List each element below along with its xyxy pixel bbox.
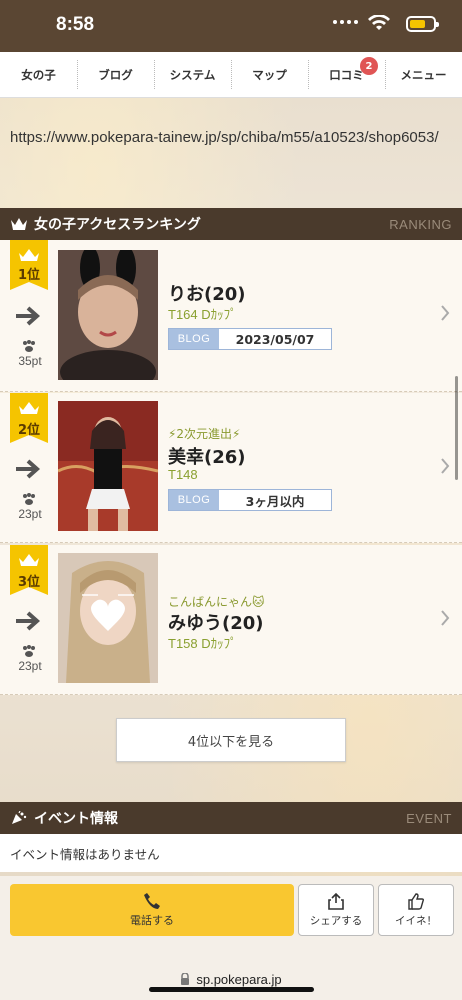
rank-label: 2位 <box>17 423 41 438</box>
wifi-icon <box>368 15 390 30</box>
review-count-badge: 2 <box>360 57 378 75</box>
girl-name[interactable]: 美幸(26) <box>168 443 246 469</box>
blog-date: 3ヶ月以内 <box>245 493 305 509</box>
ranking-entry-1[interactable]: 1位 35pt りお(20) T164 Dｶｯﾌﾟ BLOG 2023/05/0… <box>0 240 462 392</box>
call-button[interactable]: 電話する <box>10 884 294 936</box>
chevron-right-icon <box>441 305 450 321</box>
url-text: https://www.pokepara-tainew.jp/sp/chiba/… <box>10 129 439 146</box>
ranking-entry-3[interactable]: 3位 23pt こんばんにゃん🐱 みゆう(20) T158 Dｶｯﾌﾟ <box>0 545 462 695</box>
chevron-right-icon <box>441 610 450 626</box>
points-label: 35pt <box>18 354 42 368</box>
nav-item-reviews[interactable]: 口コミ 2 <box>308 52 385 97</box>
scrollbar[interactable] <box>455 376 458 480</box>
nav-item-label: ブログ <box>98 67 133 82</box>
share-label: シェアする <box>309 915 363 927</box>
status-time: 8:58 <box>56 14 95 35</box>
see-more-ranking-button[interactable]: 4位以下を見る <box>116 718 346 762</box>
girl-name[interactable]: りお(20) <box>168 280 246 306</box>
like-label: イイネ！ <box>395 915 437 927</box>
paw-icon <box>23 340 35 352</box>
nav-item-label: 口コミ <box>329 67 364 82</box>
girl-spec: T158 Dｶｯﾌﾟ <box>168 636 237 651</box>
event-title: イベント情報 <box>34 811 118 827</box>
like-button[interactable]: イイネ！ <box>378 884 454 936</box>
browser-address-bar[interactable]: sp.pokepara.jp <box>0 946 462 1000</box>
nav-item-system[interactable]: システム <box>154 52 231 97</box>
blog-date: 2023/05/07 <box>235 331 315 347</box>
rank-label: 3位 <box>17 575 41 590</box>
blog-tag: BLOG <box>169 490 219 510</box>
bottom-action-bar: 電話する シェアする イイネ！ <box>0 876 462 946</box>
event-en-label: EVENT <box>406 810 452 826</box>
battery-icon <box>406 16 439 32</box>
arrow-right-icon <box>16 306 41 326</box>
address-url: sp.pokepara.jp <box>196 971 282 987</box>
nav-item-label: システム <box>169 67 216 82</box>
phone-icon <box>144 893 160 909</box>
arrow-right-icon <box>16 459 41 479</box>
paw-icon <box>23 645 35 657</box>
ranking-title: 女の子アクセスランキング <box>34 217 201 233</box>
girl-spec: T164 Dｶｯﾌﾟ <box>168 307 237 322</box>
girl-catchphrase: こんばんにゃん🐱 <box>168 595 265 609</box>
points-label: 23pt <box>18 659 42 673</box>
call-label: 電話する <box>130 914 174 927</box>
thumbs-up-icon <box>408 893 425 910</box>
blog-update-box[interactable]: BLOG 3ヶ月以内 <box>168 489 332 511</box>
ranking-header: 女の子アクセスランキング RANKING <box>0 208 462 240</box>
top-nav: 女の子 ブログ システム マップ 口コミ 2 メニュー <box>0 52 462 98</box>
party-popper-icon <box>12 811 27 824</box>
nav-item-label: 女の子 <box>21 67 56 82</box>
event-header: イベント情報 EVENT <box>0 802 462 834</box>
girl-photo[interactable] <box>58 250 158 380</box>
signal-icon <box>333 20 358 24</box>
nav-item-label: マップ <box>252 67 287 82</box>
crown-icon <box>11 218 27 230</box>
ranking-entry-2[interactable]: 2位 23pt ⚡2次元進出⚡ 美幸(26) T148 BLOG 3ヶ月以内 <box>0 393 462 543</box>
girl-name[interactable]: みゆう(20) <box>168 609 264 635</box>
ranking-en-label: RANKING <box>389 216 452 232</box>
chevron-right-icon <box>441 458 450 474</box>
girl-catchphrase: ⚡2次元進出⚡ <box>168 427 241 441</box>
nav-item-label: メニュー <box>400 67 447 82</box>
nav-item-blog[interactable]: ブログ <box>77 52 154 97</box>
nav-item-map[interactable]: マップ <box>231 52 308 97</box>
nav-item-girls[interactable]: 女の子 <box>0 52 77 97</box>
event-empty-text: イベント情報はありません <box>0 834 462 872</box>
girl-photo[interactable] <box>58 553 158 683</box>
lock-icon <box>181 973 190 985</box>
status-bar: 8:58 <box>0 0 462 52</box>
points-label: 23pt <box>18 507 42 521</box>
share-button[interactable]: シェアする <box>298 884 374 936</box>
blog-update-box[interactable]: BLOG 2023/05/07 <box>168 328 332 350</box>
girl-spec: T148 <box>168 467 198 482</box>
share-icon <box>328 892 344 910</box>
blog-tag: BLOG <box>169 329 219 349</box>
arrow-right-icon <box>16 611 41 631</box>
girl-photo[interactable] <box>58 401 158 531</box>
home-indicator[interactable] <box>149 987 314 992</box>
nav-item-menu[interactable]: メニュー <box>385 52 462 97</box>
paw-icon <box>23 493 35 505</box>
